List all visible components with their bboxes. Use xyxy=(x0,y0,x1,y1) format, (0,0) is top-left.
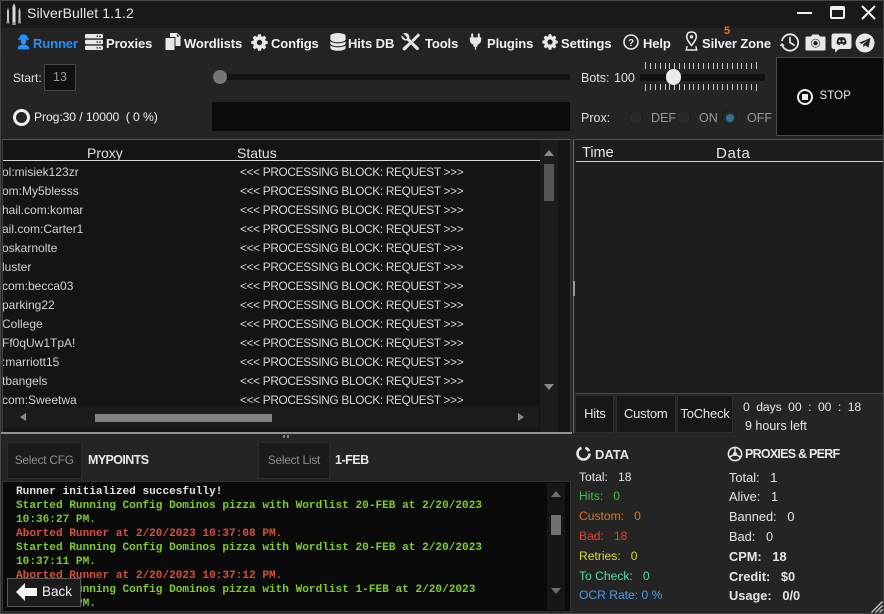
svg-text:?: ? xyxy=(628,38,634,49)
